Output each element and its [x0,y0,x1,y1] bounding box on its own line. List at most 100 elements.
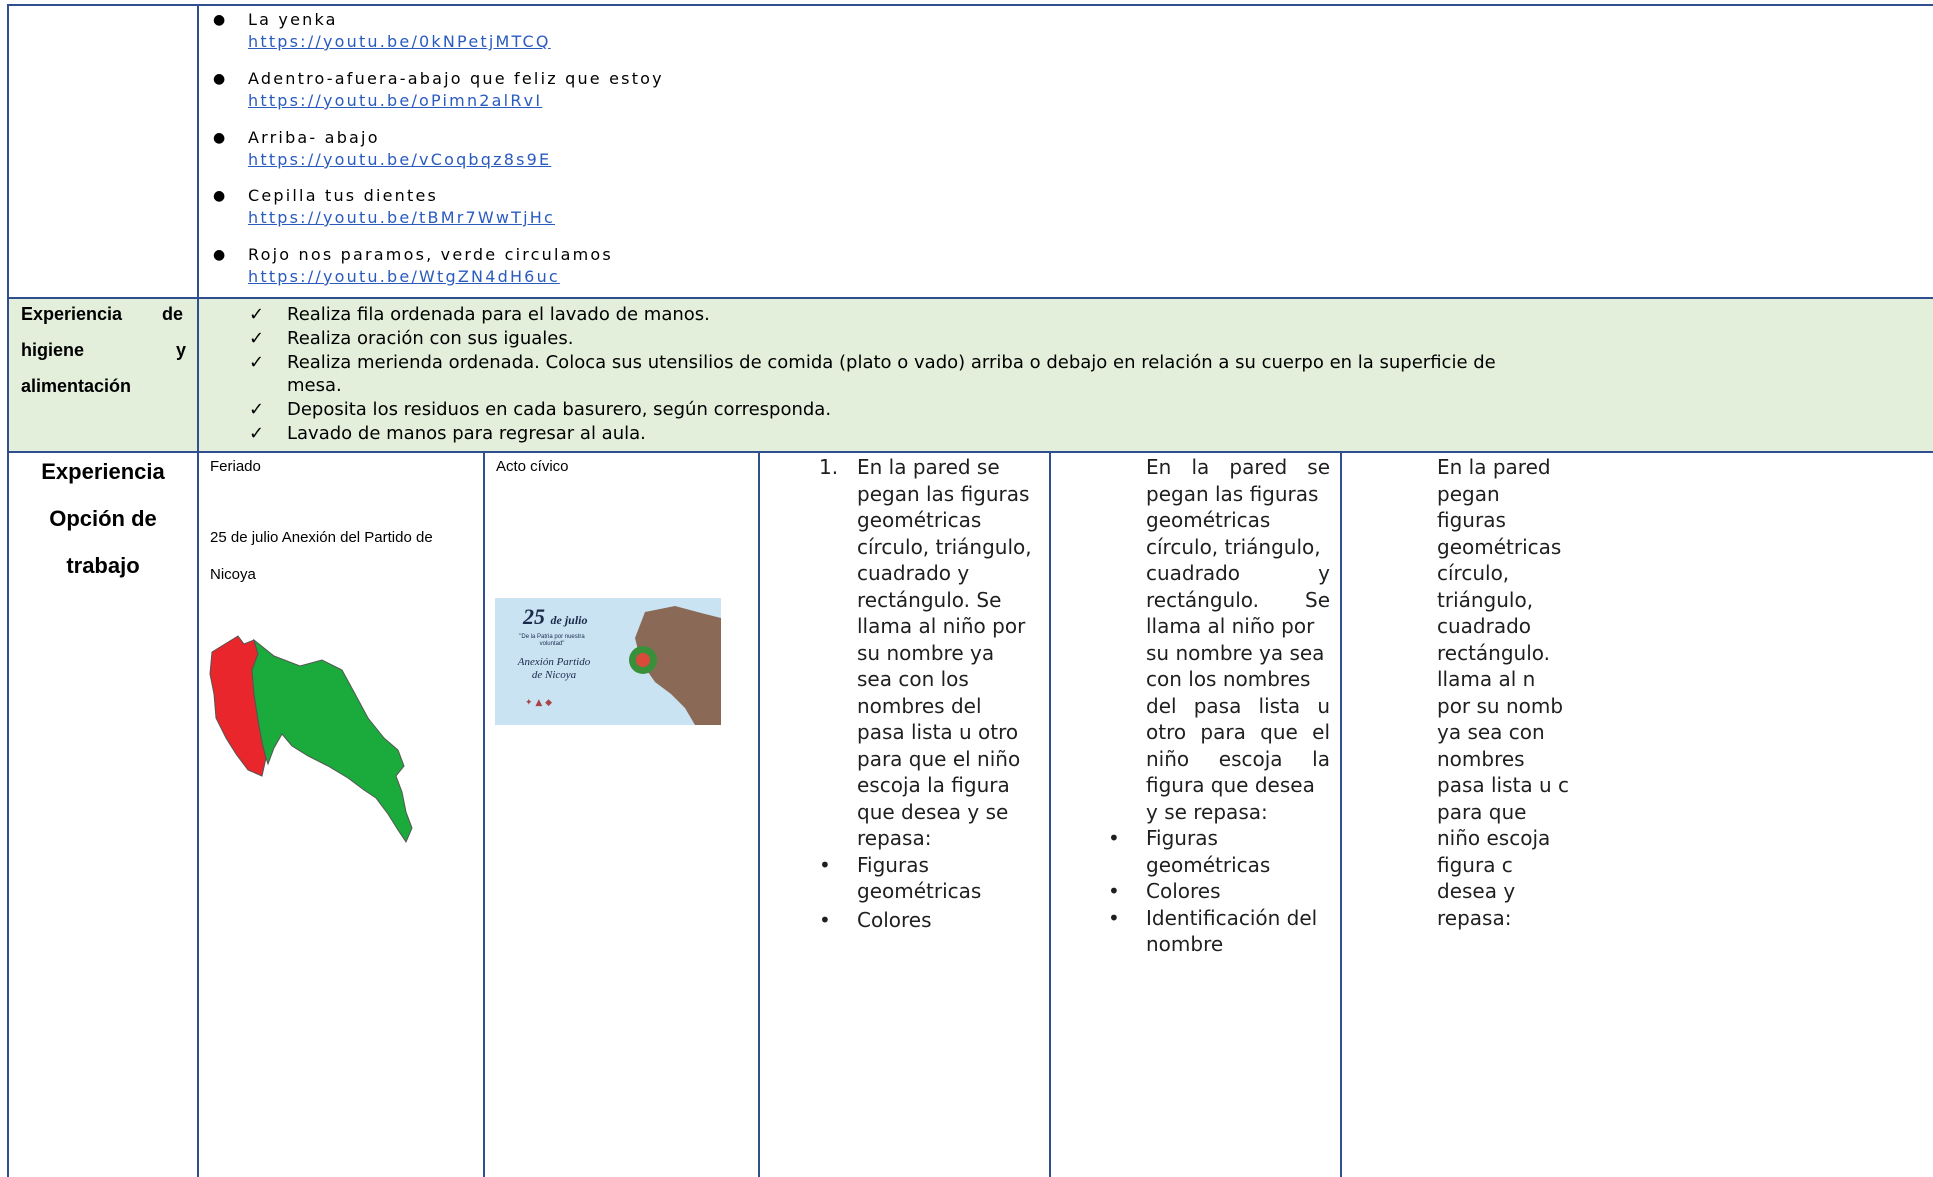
activity-column-3: En la pared pegan figuras geométricas cí… [1437,454,1933,931]
activity-line: rectángulo. Se [1146,587,1330,612]
activity-column-1: 1. En la pared se pegan las figuras geom… [819,454,1039,933]
activity-line: nombres del [857,693,982,718]
table-border-col5 [1340,451,1342,1177]
activity-line: pasa lista u otro [857,720,1019,744]
hygiene-item-continuation: mesa. [287,374,342,397]
table-border-left [7,4,9,1177]
activity-line: círculo, [1437,561,1510,585]
activity-line: niño escoja la [1146,746,1330,771]
activity-line: otro para que el [1146,720,1330,744]
activity-line: figura c [1437,852,1513,877]
table-border-col3 [758,451,760,1177]
activity-line: para que el niño [857,746,1021,771]
hygiene-item-text: Realiza fila ordenada para el lavado de … [287,304,710,325]
activity-line: En la pared se [1146,455,1330,479]
hygiene-label-y: y [176,340,187,360]
activity-line: pegan [1437,481,1500,506]
activity-line: cuadrado y [857,561,970,585]
poster-map-shape [629,606,721,725]
poster-title: Anexión Partido de Nicoya [517,656,591,681]
activity-line: nombres [1437,746,1525,771]
activity-line: del pasa lista u [1146,693,1330,718]
costa-rica-map [209,635,413,844]
civic-act-title: Acto cívico [496,458,569,475]
song-title: La yenka [248,10,338,29]
activity-line: ya sea con [1437,720,1545,744]
activity-line: niño escoja [1437,826,1551,850]
activity-line: con los nombres [1146,667,1311,691]
activity-line: pasa lista u c [1437,773,1570,797]
activity-line: escoja la figura [857,773,1010,797]
bullet: ● [213,247,226,263]
table-border-row1 [7,297,1933,299]
activity-line: cuadrado y [1146,561,1330,585]
activity-line: sea con los [857,667,969,691]
list-item: • Figuras geométricas [1108,826,1271,877]
song-item: Rojo nos paramos, verde circulamos https… [248,244,613,288]
hygiene-label-experiencia: Experiencia [21,304,123,324]
song-title: Arriba- abajo [248,128,380,147]
hygiene-label-higiene: higiene [21,340,85,360]
activity-line: llama al niño por [857,614,1026,638]
check-icon: ✓ [249,304,265,325]
song-item: Arriba- abajo https://youtu.be/vCoqbqz8s… [248,127,551,171]
song-link[interactable]: https://youtu.be/vCoqbqz8s9E [248,149,551,171]
check-icon: ✓ [249,328,265,349]
activity-line: figura que desea [1146,773,1315,797]
song-item: Cepilla tus dientes https://youtu.be/tBM… [248,185,555,229]
activity-line: cuadrado [1437,614,1532,638]
check-icon: ✓ [249,399,265,420]
hygiene-item-text: Lavado de manos para regresar al aula. [287,423,646,444]
activity-line: llama al niño por [1146,614,1315,638]
list-item: • Colores [1108,879,1221,903]
experience-label-2: Opción de [49,506,157,531]
bullet: ● [213,188,226,204]
activity-line: geométricas [1146,508,1271,532]
activity-line: repasa: [1437,905,1512,930]
song-link[interactable]: https://youtu.be/0kNPetjMTCQ [248,31,551,53]
civic-act-poster: 25 de julio "De la Patria por nuestra vo… [495,598,721,725]
song-item: Adentro-afuera-abajo que feliz que estoy… [248,68,664,112]
experience-label-1: Experiencia [41,459,165,484]
activity-line: En la pared [1437,455,1551,479]
hygiene-item-text: mesa. [287,375,342,396]
song-link[interactable]: https://youtu.be/tBMr7WwTjHc [248,207,555,229]
activity-line: para que [1437,799,1527,824]
bullet: • [819,907,831,932]
poster-quote: "De la Patria por nuestra voluntad" [519,634,585,647]
bullet: ● [213,71,226,87]
experience-label-3: trabajo [66,553,140,578]
song-title: Rojo nos paramos, verde circulamos [248,245,613,264]
bullet: ● [213,130,226,146]
holiday-title: Feriado [210,458,261,475]
hygiene-item: ✓ Lavado de manos para regresar al aula. [249,422,646,445]
activity-line: por su nomb [1437,693,1564,718]
holiday-text: 25 de julio Anexión del Partido de [210,529,433,546]
bullet: • [1108,879,1120,903]
activity-line: En la pared se [857,455,1000,479]
hygiene-label-de: de [162,304,184,324]
bullet: • [1108,905,1120,930]
song-title: Adentro-afuera-abajo que feliz que estoy [248,69,664,88]
activity-line: su nombre ya sea [1146,640,1325,665]
holiday-text: Nicoya [210,566,256,583]
song-item: La yenka https://youtu.be/0kNPetjMTCQ [248,9,551,53]
poster-logos: ✦ ▲ ◆ [525,698,553,708]
activity-line: pegan las figuras [1146,481,1319,506]
table-border-col4 [1049,451,1051,1177]
list-item: • Identificación del nombre [1108,905,1318,957]
activity-line: y se repasa: [1146,799,1268,824]
activity-line: repasa: [857,826,932,850]
bullet: ● [213,12,226,28]
hygiene-item: ✓ Realiza merienda ordenada. Coloca sus u… [249,351,1496,374]
activity-line: círculo, triángulo, [1146,534,1321,559]
hygiene-item-text: Realiza oración con sus iguales. [287,328,574,349]
activity-line: desea y [1437,879,1516,903]
song-link[interactable]: https://youtu.be/oPimn2alRvI [248,90,664,112]
hygiene-item: ✓ Realiza fila ordenada para el lavado de… [249,303,710,326]
check-icon: ✓ [249,352,265,373]
song-link[interactable]: https://youtu.be/WtgZN4dH6uc [248,266,613,288]
hygiene-item: ✓ Deposita los residuos en cada basurero,… [249,398,831,421]
list-item: • Figuras geométricas [819,852,982,904]
table-border-top [7,4,1933,6]
